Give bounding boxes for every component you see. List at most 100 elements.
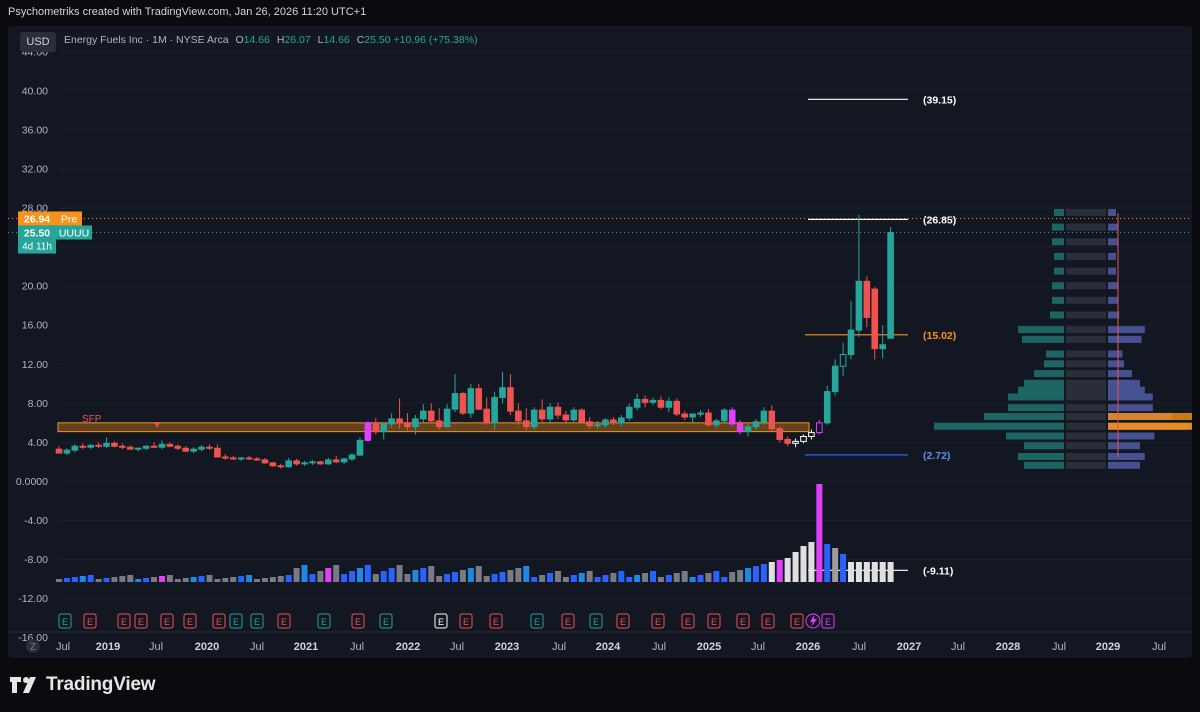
candle-body — [887, 232, 894, 339]
last-price-value: 25.50 — [24, 228, 50, 240]
earnings-marker: E — [616, 613, 630, 629]
profile-bar-right — [1108, 296, 1118, 304]
profile-price-cell — [1066, 360, 1106, 368]
change-value: +10.96 (+75.38%) — [393, 34, 478, 46]
candle — [697, 410, 704, 417]
profile-bar-right — [1108, 442, 1140, 450]
currency-button[interactable]: USD — [20, 32, 56, 52]
candle-body — [237, 457, 245, 460]
earnings-marker: E — [790, 613, 804, 629]
volume-bar — [610, 573, 617, 582]
candle-body — [459, 393, 467, 414]
earnings-marker: E — [317, 613, 331, 629]
profile-price-cell — [1066, 461, 1106, 469]
candle-body — [103, 442, 110, 447]
candle — [546, 403, 554, 423]
earnings-letter: E — [138, 617, 144, 627]
candle-body — [618, 417, 625, 424]
volume-bar — [863, 562, 870, 582]
earnings-letter: E — [438, 617, 444, 627]
candle — [554, 402, 562, 419]
chart-panel[interactable]: 44.0040.0036.0032.0028.0024.0020.0016.00… — [8, 26, 1192, 658]
candle — [269, 461, 277, 467]
y-tick-label: -12.00 — [18, 593, 48, 605]
candle — [340, 457, 348, 464]
earnings-letter: E — [765, 617, 771, 627]
profile-poc-upper — [1108, 412, 1192, 420]
ticker-label: UUUU — [59, 228, 89, 240]
level-label: (-9.11) — [923, 565, 953, 577]
candle — [689, 413, 696, 423]
candle — [633, 393, 641, 411]
candle — [467, 383, 475, 418]
candle — [253, 457, 261, 461]
candle-body — [752, 421, 760, 428]
candle — [103, 437, 110, 449]
volume-bar — [214, 579, 221, 582]
profile-price-cell — [1066, 209, 1106, 216]
candle — [705, 409, 712, 427]
volume-bar — [206, 575, 213, 582]
profile-bar-right — [1108, 282, 1118, 290]
candle-body — [530, 409, 538, 428]
profile-bar-left — [1034, 370, 1064, 378]
volume-bar — [697, 575, 704, 582]
y-tick-label: -8.00 — [24, 554, 48, 566]
candle-body — [332, 459, 340, 463]
tradingview-logo[interactable]: TradingView — [10, 674, 156, 696]
volume-bar — [681, 571, 688, 582]
candle — [356, 437, 364, 457]
candle-body — [713, 420, 720, 426]
volume-bar — [388, 568, 395, 582]
candle — [237, 457, 245, 461]
volume-bar — [380, 571, 387, 582]
candle — [562, 411, 570, 423]
attribution-bar: Psychometriks created with TradingView.c… — [0, 0, 1200, 26]
profile-bar-right — [1108, 386, 1145, 394]
candle-body — [348, 454, 356, 460]
profile-price-cell — [1066, 350, 1106, 358]
high-value: 26.07 — [284, 34, 311, 46]
earnings-marker: E — [212, 613, 226, 629]
candle — [293, 458, 300, 466]
y-tick-label: 40.00 — [22, 86, 48, 98]
candle-body — [483, 408, 490, 424]
profile-bar-right — [1108, 350, 1123, 358]
earnings-letter: E — [233, 617, 239, 627]
volume-bar — [713, 571, 720, 582]
profile-bar-left — [1006, 432, 1064, 440]
volume-bar — [230, 577, 237, 582]
candle — [515, 403, 522, 425]
volume-bar — [887, 562, 894, 582]
candle — [887, 226, 894, 339]
earnings-marker: E — [83, 613, 97, 629]
candle — [174, 444, 182, 451]
x-tick-label: Jul — [951, 641, 965, 653]
candle-body — [396, 418, 403, 424]
volume-bar — [515, 568, 522, 582]
candle-body — [340, 458, 348, 463]
pre-price-label: Pre — [61, 213, 78, 225]
candle-body — [126, 446, 134, 450]
candle-body — [586, 421, 593, 427]
candle-body — [610, 419, 617, 424]
earnings-letter: E — [216, 617, 222, 627]
profile-price-cell — [1066, 326, 1106, 334]
profile-bar-left — [984, 412, 1064, 420]
profile-bar-left — [1024, 442, 1064, 450]
volume-bar — [309, 574, 316, 582]
candle — [451, 374, 459, 413]
footer-bar — [0, 658, 1200, 712]
candle — [816, 419, 823, 435]
price-chart[interactable]: 44.0040.0036.0032.0028.0024.0020.0016.00… — [8, 26, 1192, 658]
sfp-label: SFP — [82, 414, 102, 425]
volume-bar — [238, 576, 245, 582]
earnings-letter: E — [121, 617, 127, 627]
volume-bar — [87, 575, 94, 582]
candle-body — [522, 420, 530, 428]
volume-bar — [570, 575, 577, 582]
candle — [214, 444, 221, 458]
profile-bar-left — [1044, 360, 1064, 368]
volume-bar — [269, 577, 276, 582]
profile-price-cell — [1066, 311, 1106, 319]
